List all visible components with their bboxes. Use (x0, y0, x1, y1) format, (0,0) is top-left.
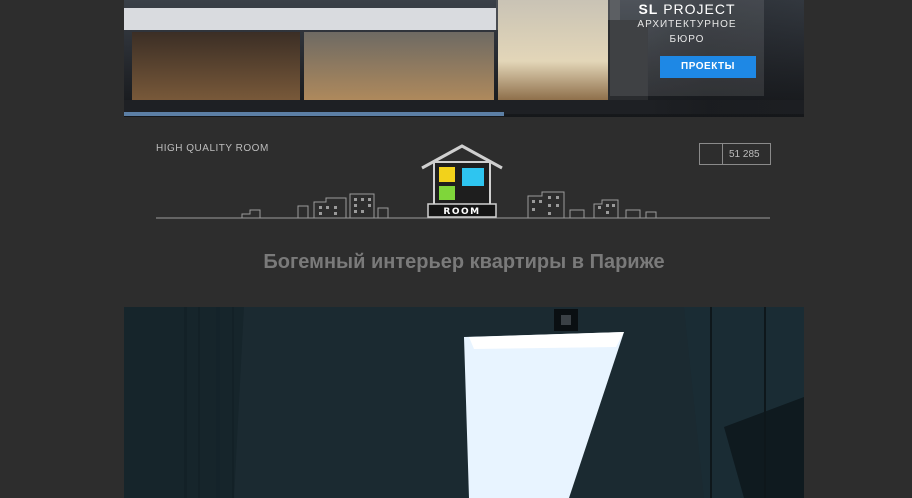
article-title[interactable]: Богемный интерьер квартиры в Париже (124, 251, 804, 274)
interior-photo-image (124, 307, 804, 498)
logo-square-yellow (439, 167, 455, 182)
logo-square-cyan (462, 168, 484, 186)
room-logo: ROOM (421, 144, 503, 218)
skyline-building (241, 209, 261, 218)
house-room-middle (304, 32, 494, 102)
banner-company-subtitle: АРХИТЕКТУРНОЕ БЮРО (637, 19, 737, 45)
house-room-right (498, 0, 608, 102)
pool-edge (124, 112, 504, 116)
skyline-building (377, 207, 389, 218)
site-logo-skyline[interactable]: ROOM (156, 140, 770, 224)
top-banner-ad[interactable]: SL PROJECT АРХИТЕКТУРНОЕ БЮРО ПРОЕКТЫ (124, 0, 804, 117)
skyline-building (569, 209, 585, 218)
skyline-building (625, 209, 641, 218)
article-photo (124, 307, 804, 498)
projects-button[interactable]: ПРОЕКТЫ (660, 56, 756, 78)
house-roof-slab (124, 8, 496, 30)
skyline-building (593, 199, 619, 218)
banner-company-name: SL PROJECT (638, 1, 736, 17)
skyline-building (297, 205, 309, 218)
logo-text: ROOM (443, 207, 480, 217)
house-room-left (132, 32, 300, 102)
logo-square-green (439, 186, 455, 200)
skyline-building (645, 211, 657, 218)
skyline-building (313, 197, 347, 218)
